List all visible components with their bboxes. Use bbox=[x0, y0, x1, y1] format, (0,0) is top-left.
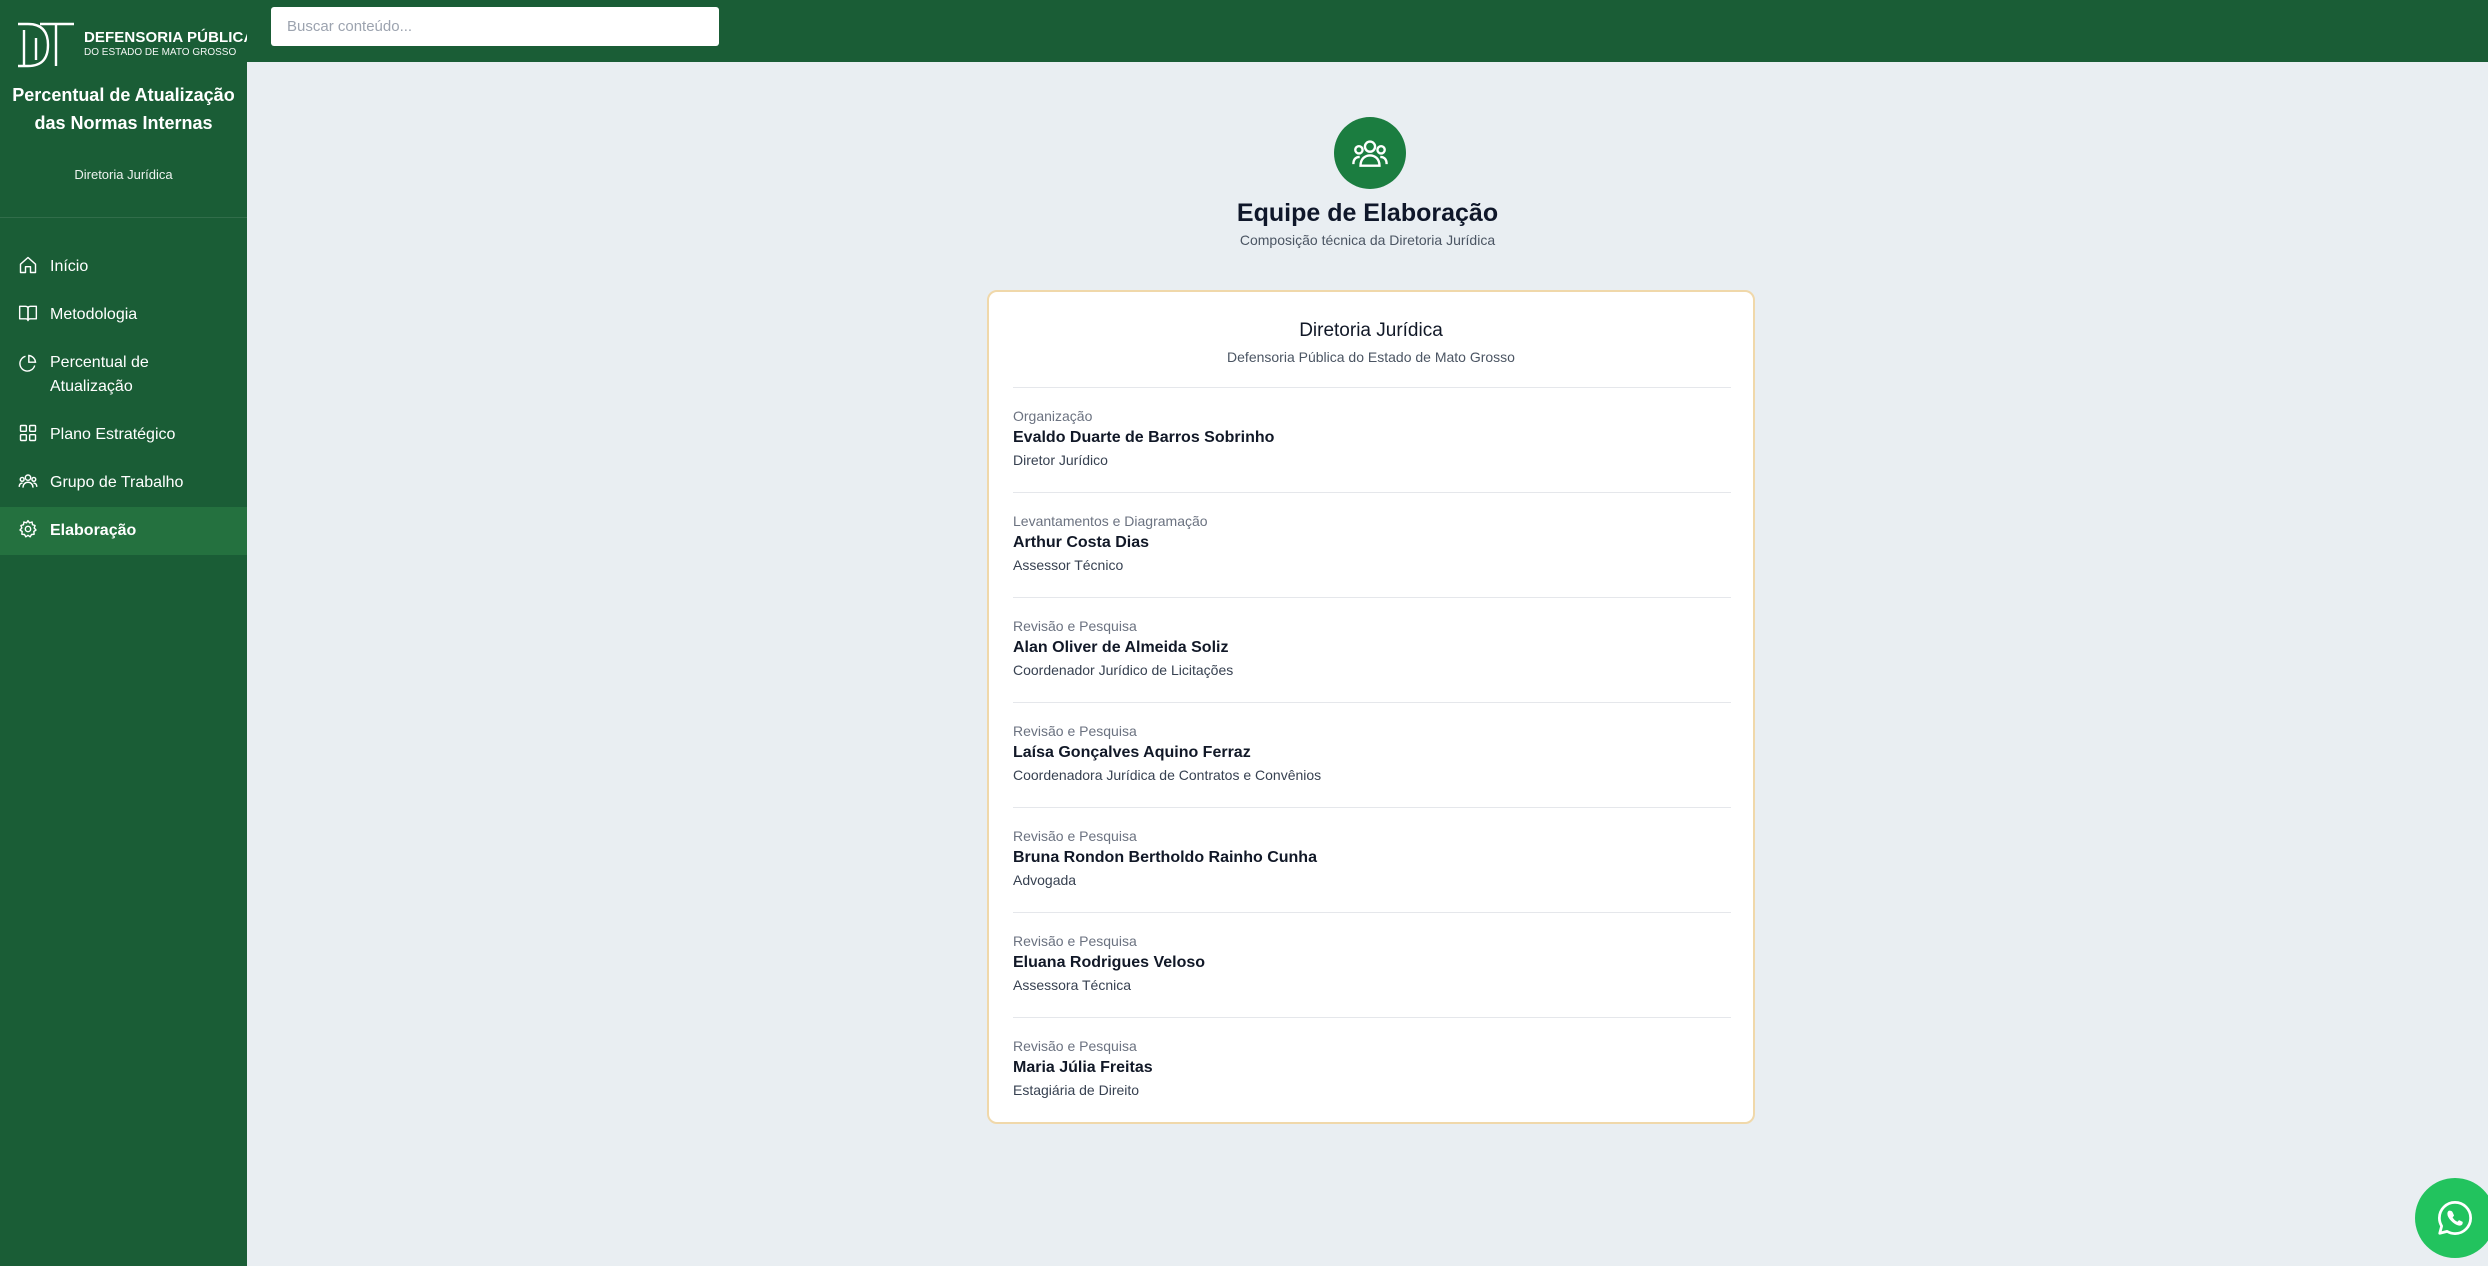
sidebar-item-label: Metodologia bbox=[50, 306, 138, 323]
pie-chart-icon bbox=[19, 354, 37, 372]
team-card: Diretoria Jurídica Defensoria Pública do… bbox=[987, 290, 1755, 1124]
member-position: Estagiária de Direito bbox=[1013, 1082, 1140, 1098]
card-title: Diretoria Jurídica bbox=[1299, 320, 1443, 341]
member-role: Levantamentos e Diagramação bbox=[1013, 513, 1208, 529]
member-role: Revisão e Pesquisa bbox=[1013, 618, 1137, 634]
list-item: Revisão e Pesquisa Eluana Rodrigues Velo… bbox=[1013, 912, 1731, 1017]
member-name: Maria Júlia Freitas bbox=[1013, 1059, 1153, 1076]
member-role: Revisão e Pesquisa bbox=[1013, 723, 1137, 739]
member-position: Coordenador Jurídico de Licitações bbox=[1013, 662, 1234, 678]
users-icon bbox=[18, 474, 38, 488]
member-role: Revisão e Pesquisa bbox=[1013, 933, 1137, 949]
list-item: Revisão e Pesquisa Bruna Rondon Berthold… bbox=[1013, 807, 1731, 912]
sidebar-item-metodologia[interactable]: Metodologia bbox=[0, 291, 247, 339]
sidebar-item-label: Plano Estratégico bbox=[50, 426, 176, 443]
home-icon bbox=[19, 256, 37, 274]
sidebar-item-percentual[interactable]: Percentual de Atualização bbox=[0, 339, 247, 411]
member-position: Coordenadora Jurídica de Contratos e Con… bbox=[1013, 767, 1322, 783]
member-role: Organização bbox=[1013, 408, 1093, 424]
list-item: Revisão e Pesquisa Maria Júlia Freitas E… bbox=[1013, 1017, 1731, 1122]
member-position: Diretor Jurídico bbox=[1013, 452, 1108, 468]
sidebar-nav: Início Metodologia Percentual de Atualiz… bbox=[0, 243, 247, 555]
card-header: Diretoria Jurídica Defensoria Pública do… bbox=[989, 320, 1753, 365]
sidebar-item-plano[interactable]: Plano Estratégico bbox=[0, 411, 247, 459]
member-name: Alan Oliver de Almeida Soliz bbox=[1013, 639, 1229, 656]
logo-subtitle: DO ESTADO DE MATO GROSSO bbox=[84, 47, 237, 58]
list-item: Revisão e Pesquisa Alan Oliver de Almeid… bbox=[1013, 597, 1731, 702]
whatsapp-icon bbox=[2438, 1201, 2472, 1235]
search-input[interactable] bbox=[271, 7, 719, 46]
gear-icon bbox=[19, 519, 37, 538]
sidebar-item-inicio[interactable]: Início bbox=[0, 243, 247, 291]
member-name: Evaldo Duarte de Barros Sobrinho bbox=[1013, 429, 1275, 446]
sidebar-item-label: Percentual de Atualização bbox=[50, 354, 149, 395]
member-name: Eluana Rodrigues Veloso bbox=[1013, 954, 1206, 971]
card-subtitle: Defensoria Pública do Estado de Mato Gro… bbox=[1227, 349, 1515, 365]
app-subtitle: Diretoria Jurídica bbox=[74, 167, 173, 182]
member-position: Assessora Técnica bbox=[1013, 977, 1132, 993]
list-item: Revisão e Pesquisa Laísa Gonçalves Aquin… bbox=[1013, 702, 1731, 807]
book-icon bbox=[18, 305, 38, 322]
list-item: Levantamentos e Diagramação Arthur Costa… bbox=[1013, 492, 1731, 597]
grid-icon bbox=[19, 424, 37, 442]
page-title: Equipe de Elaboração bbox=[1236, 199, 1499, 227]
member-role: Revisão e Pesquisa bbox=[1013, 1038, 1137, 1054]
member-position: Advogada bbox=[1013, 872, 1077, 888]
member-name: Laísa Gonçalves Aquino Ferraz bbox=[1013, 744, 1251, 761]
whatsapp-button[interactable] bbox=[2415, 1178, 2488, 1258]
page-subtitle: Composição técnica da Diretoria Jurídica bbox=[1239, 232, 1496, 248]
defensoria-logo-icon bbox=[18, 22, 74, 68]
topbar bbox=[247, 0, 2488, 62]
sidebar: DEFENSORIA PÚBLICA DO ESTADO DE MATO GRO… bbox=[0, 0, 254, 1266]
team-badge bbox=[1334, 117, 1406, 189]
member-name: Arthur Costa Dias bbox=[1013, 534, 1150, 551]
sidebar-item-label: Elaboração bbox=[50, 522, 137, 539]
sidebar-item-label: Início bbox=[50, 258, 89, 275]
member-name: Bruna Rondon Bertholdo Rainho Cunha bbox=[1013, 849, 1317, 866]
users-icon bbox=[1352, 140, 1388, 167]
logo[interactable]: DEFENSORIA PÚBLICA DO ESTADO DE MATO GRO… bbox=[14, 20, 254, 70]
sidebar-item-label: Grupo de Trabalho bbox=[50, 474, 184, 491]
logo-title: DEFENSORIA PÚBLICA bbox=[84, 29, 255, 46]
sidebar-item-grupo[interactable]: Grupo de Trabalho bbox=[0, 459, 247, 507]
list-item: Organização Evaldo Duarte de Barros Sobr… bbox=[1013, 387, 1731, 492]
sidebar-item-elaboracao[interactable]: Elaboração bbox=[0, 507, 247, 555]
member-role: Revisão e Pesquisa bbox=[1013, 828, 1137, 844]
member-position: Assessor Técnico bbox=[1013, 557, 1124, 573]
member-list: Organização Evaldo Duarte de Barros Sobr… bbox=[1013, 387, 1731, 1122]
app-title: Percentual de Atualização das Normas Int… bbox=[12, 85, 235, 133]
